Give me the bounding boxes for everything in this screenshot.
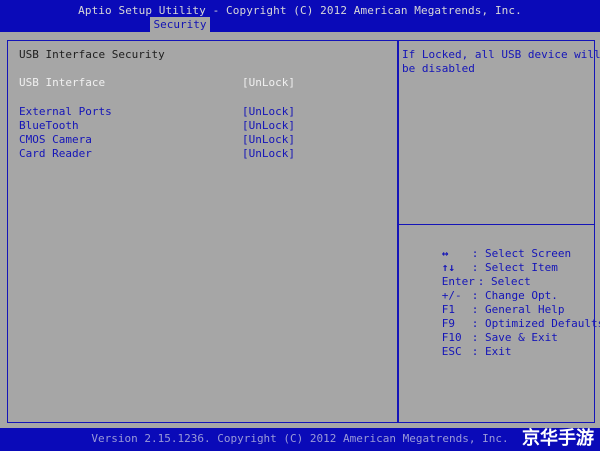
status-bar: Version 2.15.1236. Copyright (C) 2012 Am… (0, 428, 600, 451)
title-bar: Aptio Setup Utility - Copyright (C) 2012… (0, 0, 600, 32)
tab-security[interactable]: Security (150, 17, 210, 32)
setup-utility-title: Aptio Setup Utility - Copyright (C) 2012… (78, 4, 522, 17)
cmos-camera-label[interactable]: CMOS Camera (19, 133, 92, 147)
usb-interface-value[interactable]: [UnLock] (242, 76, 295, 90)
help-text-line-2: be disabled (402, 62, 475, 75)
watermark-logo: 京华手游 (522, 428, 594, 449)
version-text: Version 2.15.1236. Copyright (C) 2012 Am… (91, 432, 509, 445)
help-divider (399, 224, 594, 225)
card-reader-value[interactable]: [UnLock] (242, 147, 295, 161)
help-panel: If Locked, all USB device will be disabl… (398, 40, 600, 423)
main-area: USB Interface Security USB Interface [Un… (0, 32, 600, 428)
key-hint-exit: ESC: Exit (441, 345, 512, 358)
external-ports-value[interactable]: [UnLock] (242, 105, 295, 119)
bluetooth-value[interactable]: [UnLock] (242, 119, 295, 133)
settings-panel: USB Interface Security USB Interface [Un… (7, 40, 398, 423)
usb-interface-label[interactable]: USB Interface (19, 76, 105, 90)
help-text-line-1: If Locked, all USB device will (402, 48, 600, 61)
card-reader-label[interactable]: Card Reader (19, 147, 92, 161)
bluetooth-label[interactable]: BlueTooth (19, 119, 79, 133)
external-ports-label[interactable]: External Ports (19, 105, 112, 119)
section-title: USB Interface Security (19, 48, 165, 61)
cmos-camera-value[interactable]: [UnLock] (242, 133, 295, 147)
